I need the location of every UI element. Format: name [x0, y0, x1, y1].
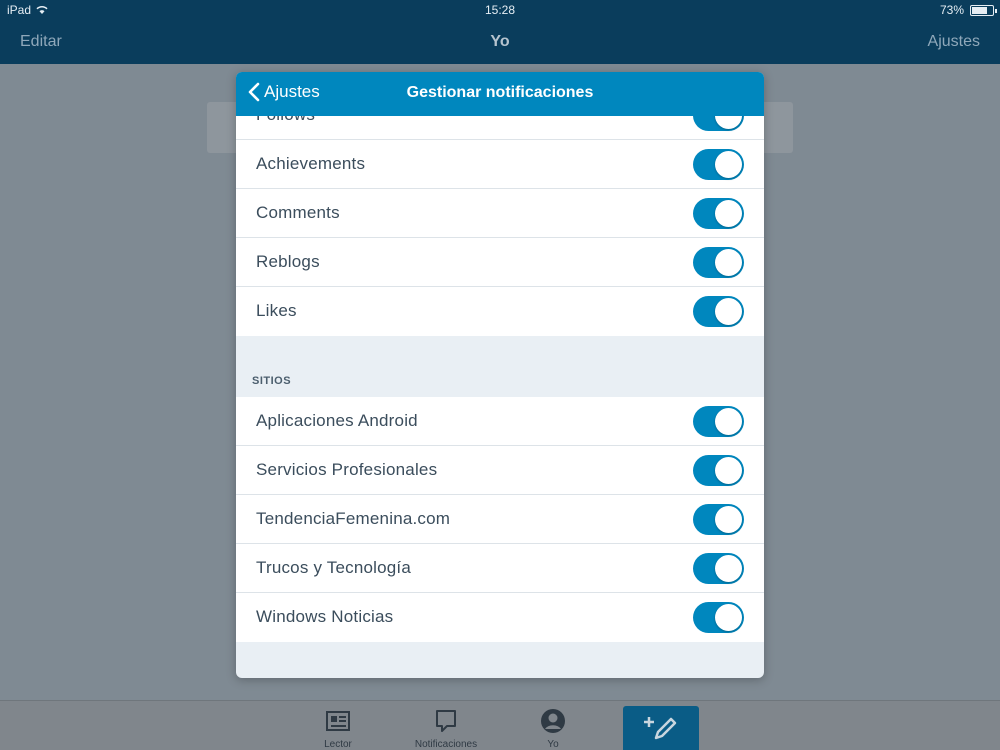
item-label: Aplicaciones Android	[256, 411, 418, 430]
toggle-switch[interactable]	[693, 247, 744, 278]
tab-me[interactable]: Yo	[513, 707, 593, 750]
clock: 15:28	[484, 3, 516, 17]
list-item: Likes	[236, 287, 764, 336]
nav-title: Yo	[490, 33, 510, 50]
toggle-knob	[715, 457, 742, 484]
toggle-switch[interactable]	[693, 149, 744, 180]
item-label: Trucos y Tecnología	[256, 558, 411, 577]
compose-button[interactable]	[623, 706, 699, 750]
list-item: Reblogs	[236, 238, 764, 287]
list-item: Trucos y Tecnología	[236, 544, 764, 593]
status-bar: iPad 15:28 73%	[0, 0, 1000, 20]
section-header-sites: SITIOS	[252, 375, 292, 387]
item-label: Windows Noticias	[256, 607, 394, 626]
toggle-switch[interactable]	[693, 116, 744, 131]
toggle-switch[interactable]	[693, 198, 744, 229]
toggle-knob	[715, 408, 742, 435]
manage-notifications-modal: Ajustes Gestionar notificaciones Follows…	[236, 72, 764, 678]
item-label: Servicios Profesionales	[256, 460, 438, 479]
toggle-knob	[715, 249, 742, 276]
toggle-switch[interactable]	[693, 455, 744, 486]
list-item: Comments	[236, 189, 764, 238]
toggle-switch[interactable]	[693, 504, 744, 535]
modal-header: Ajustes Gestionar notificaciones	[236, 72, 764, 116]
toggle-knob	[715, 506, 742, 533]
tab-label: Notificaciones	[414, 739, 478, 750]
list-item: Achievements	[236, 140, 764, 189]
tab-label: Yo	[547, 739, 559, 750]
notification-types-list: Follows Achievements Comments Reblogs Li…	[236, 116, 764, 336]
item-label: Comments	[256, 203, 340, 222]
compose-icon	[644, 716, 677, 739]
nav-bar: Editar Yo Ajustes	[0, 20, 1000, 64]
toggle-knob	[715, 604, 742, 631]
toggle-knob	[715, 151, 742, 178]
settings-button[interactable]: Ajustes	[928, 33, 980, 51]
reader-icon	[326, 711, 350, 731]
toggle-knob	[715, 298, 742, 325]
item-label: Achievements	[256, 154, 366, 173]
tab-notifications[interactable]: Notificaciones	[406, 707, 486, 750]
toggle-switch[interactable]	[693, 553, 744, 584]
toggle-switch[interactable]	[693, 296, 744, 327]
toggle-switch[interactable]	[693, 406, 744, 437]
toggle-knob	[715, 116, 742, 129]
battery-percent: 73%	[939, 3, 964, 17]
tab-bar: Lector Notificaciones Yo	[0, 700, 1000, 750]
item-label: TendenciaFemenina.com	[256, 509, 451, 528]
toggle-switch[interactable]	[693, 602, 744, 633]
toggle-knob	[715, 200, 742, 227]
modal-title: Gestionar notificaciones	[406, 84, 594, 101]
item-label: Reblogs	[256, 252, 320, 271]
battery-icon	[970, 4, 997, 16]
settings-scroll[interactable]: Follows Achievements Comments Reblogs Li…	[236, 116, 764, 678]
list-item: Windows Noticias	[236, 593, 764, 642]
toggle-knob	[715, 555, 742, 582]
item-label: Follows	[256, 116, 315, 125]
list-item: Aplicaciones Android	[236, 397, 764, 446]
notifications-icon	[436, 710, 456, 732]
item-label: Likes	[256, 301, 297, 320]
sites-list: Aplicaciones Android Servicios Profesion…	[236, 397, 764, 642]
tab-label: Lector	[324, 739, 352, 750]
list-item: Servicios Profesionales	[236, 446, 764, 495]
me-icon	[541, 709, 565, 733]
list-item: Follows	[236, 116, 764, 140]
list-item: TendenciaFemenina.com	[236, 495, 764, 544]
tab-reader[interactable]: Lector	[298, 707, 378, 750]
